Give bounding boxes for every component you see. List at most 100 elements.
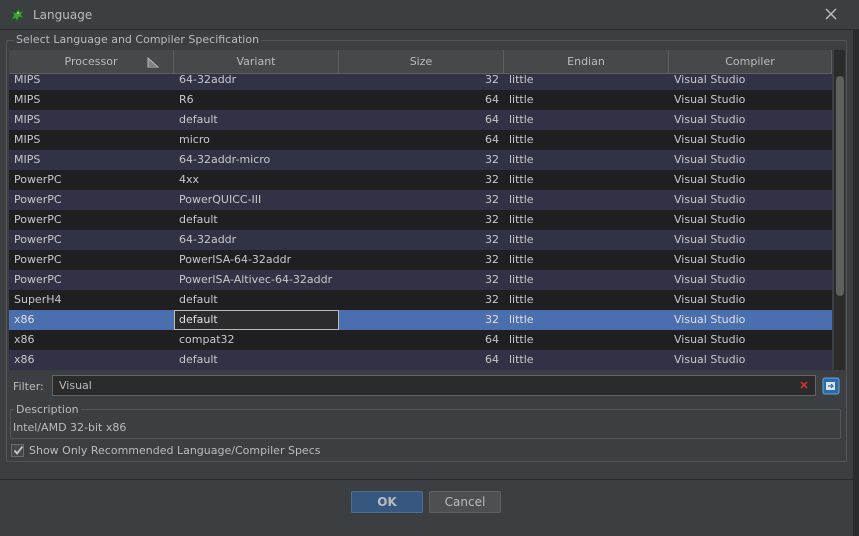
table-row-selected[interactable]: x86 default 32 little Visual Studio [9, 310, 832, 330]
cell-size: 32 [485, 193, 499, 206]
column-header-variant[interactable]: Variant [174, 50, 339, 74]
cell-variant: default [179, 213, 218, 226]
window-edge [853, 30, 859, 536]
cell-endian: little [509, 173, 534, 186]
table-scrollbar[interactable] [833, 50, 845, 370]
filter-options-icon[interactable] [822, 377, 840, 395]
ok-button[interactable]: OK [351, 491, 423, 513]
cell-variant: PowerISA-Altivec-64-32addr [179, 273, 333, 286]
close-icon[interactable] [823, 5, 839, 23]
table-row[interactable]: x86 compat32 64 little Visual Studio [9, 330, 832, 350]
cell-variant: micro [179, 133, 210, 146]
cell-endian: little [509, 273, 534, 286]
cell-compiler: Visual Studio [674, 353, 746, 366]
window-title: Language [33, 8, 93, 22]
description-text: Intel/AMD 32-bit x86 [13, 421, 127, 434]
table-row[interactable]: MIPS R6 64 little Visual Studio [9, 90, 832, 110]
cell-compiler: Visual Studio [674, 233, 746, 246]
cancel-button[interactable]: Cancel [429, 491, 501, 513]
cell-size: 32 [485, 293, 499, 306]
cell-compiler: Visual Studio [674, 193, 746, 206]
cell-variant: 4xx [179, 173, 200, 186]
cell-processor: PowerPC [14, 193, 62, 206]
table-row[interactable]: SuperH4 default 32 little Visual Studio [9, 290, 832, 310]
cell-size: 32 [485, 233, 499, 246]
cell-variant: default [179, 113, 218, 126]
column-header-size[interactable]: Size [339, 50, 504, 74]
cell-endian: little [509, 233, 534, 246]
language-table[interactable]: MIPS 64-32addr 32 little Visual Studio MIPS R6… [9, 50, 832, 370]
table-row[interactable]: MIPS default 64 little Visual Studio [9, 110, 832, 130]
cell-compiler: Visual Studio [674, 293, 746, 306]
cell-processor: MIPS [14, 113, 41, 126]
cell-compiler: Visual Studio [674, 113, 746, 126]
column-header-endian[interactable]: Endian [504, 50, 669, 74]
cell-variant: default [179, 353, 218, 366]
cell-endian: little [509, 153, 534, 166]
cell-variant: 64-32addr-micro [179, 153, 271, 166]
description-title: Description [14, 403, 81, 416]
cell-endian: little [509, 113, 534, 126]
title-bar: Language [0, 0, 859, 30]
cell-endian: little [509, 313, 534, 326]
footer-divider [0, 479, 859, 480]
column-header-compiler[interactable]: Compiler [669, 50, 832, 74]
cell-compiler: Visual Studio [674, 253, 746, 266]
filter-label: Filter: [13, 380, 44, 393]
cell-compiler: Visual Studio [674, 133, 746, 146]
cell-compiler: Visual Studio [674, 273, 746, 286]
cell-size: 64 [485, 333, 499, 346]
checkmark-icon [13, 445, 24, 455]
cell-processor: PowerPC [14, 173, 62, 186]
dragon-icon [9, 8, 26, 22]
cell-processor: x86 [14, 333, 35, 346]
cell-compiler: Visual Studio [674, 153, 746, 166]
cell-size: 64 [485, 353, 499, 366]
recommended-only-checkbox[interactable] [11, 444, 24, 457]
table-row[interactable]: MIPS micro 64 little Visual Studio [9, 130, 832, 150]
cell-size: 64 [485, 133, 499, 146]
table-row[interactable]: PowerPC PowerISA-64-32addr 32 little Visual … [9, 250, 832, 270]
cell-compiler: Visual Studio [674, 313, 746, 326]
cell-variant: default [179, 293, 218, 306]
table-row[interactable]: PowerPC PowerQUICC-III 32 little Visual Stud… [9, 190, 832, 210]
table-header: Processor Variant Size Endian Compiler [9, 50, 832, 74]
cell-endian: little [509, 193, 534, 206]
cell-size: 32 [485, 173, 499, 186]
clear-icon[interactable] [799, 380, 809, 390]
table-row[interactable]: PowerPC PowerISA-Altivec-64-32addr 32 littl… [9, 270, 832, 290]
cell-variant: 64-32addr [179, 233, 237, 246]
cell-endian: little [509, 93, 534, 106]
cell-variant: PowerISA-64-32addr [179, 253, 292, 266]
table-row[interactable]: PowerPC default 32 little Visual Studio [9, 210, 832, 230]
cell-size: 32 [485, 213, 499, 226]
table-row[interactable]: PowerPC 64-32addr 32 little Visual Studio [9, 230, 832, 250]
table-row[interactable]: x86 default 64 little Visual Studio [9, 350, 832, 370]
cell-processor: SuperH4 [14, 293, 62, 306]
cell-size: 32 [485, 153, 499, 166]
cell-variant: default [179, 313, 218, 326]
cell-size: 32 [485, 273, 499, 286]
cell-size: 64 [485, 113, 499, 126]
description-box [10, 409, 841, 439]
filter-input[interactable] [52, 375, 816, 396]
cell-compiler: Visual Studio [674, 173, 746, 186]
table-row[interactable]: PowerPC 4xx 32 little Visual Studio [9, 170, 832, 190]
cell-variant: PowerQUICC-III [179, 193, 262, 206]
scrollbar-thumb[interactable] [836, 76, 844, 296]
group-title: Select Language and Compiler Specificati… [14, 33, 262, 46]
column-header-processor[interactable]: Processor [9, 50, 174, 74]
sort-ascending-icon [147, 56, 159, 68]
cell-endian: little [509, 133, 534, 146]
cell-size: 32 [485, 313, 499, 326]
cell-processor: MIPS [14, 133, 41, 146]
cell-endian: little [509, 333, 534, 346]
cell-compiler: Visual Studio [674, 93, 746, 106]
cell-compiler: Visual Studio [674, 213, 746, 226]
table-row[interactable]: MIPS 64-32addr-micro 32 little Visual Studio [9, 150, 832, 170]
recommended-only-label[interactable]: Show Only Recommended Language/Compiler … [29, 444, 320, 457]
cell-processor: PowerPC [14, 253, 62, 266]
cell-processor: PowerPC [14, 273, 62, 286]
cell-processor: PowerPC [14, 233, 62, 246]
cell-size: 32 [485, 253, 499, 266]
